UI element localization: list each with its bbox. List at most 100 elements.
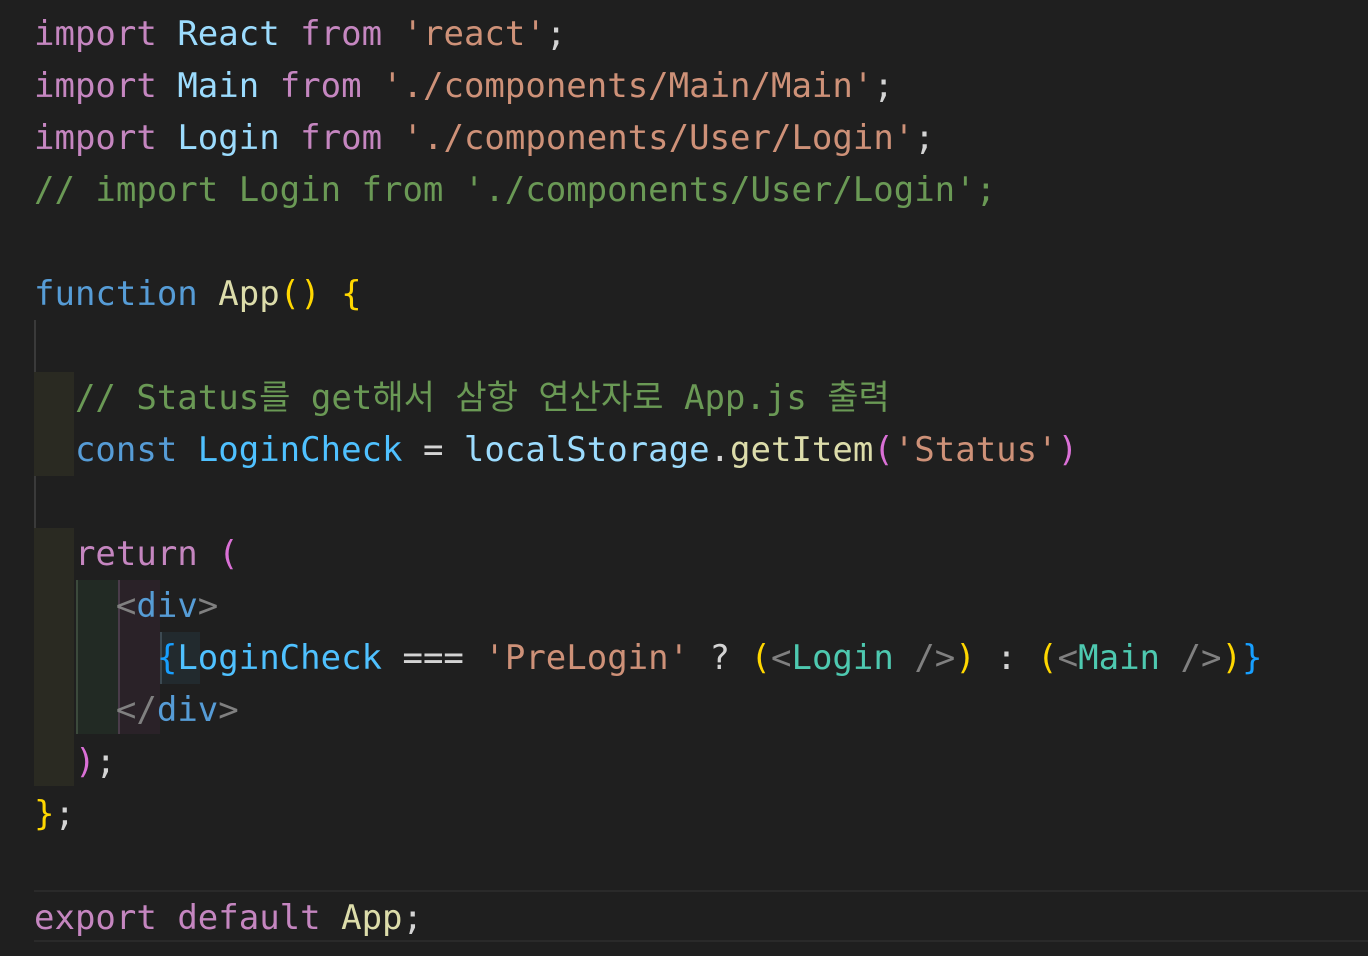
code-token: : bbox=[975, 638, 1038, 678]
code-token: App bbox=[218, 274, 280, 314]
code-token: } bbox=[1241, 638, 1263, 678]
code-token: div bbox=[156, 690, 219, 730]
code-line[interactable]: const LoginCheck = localStorage.getItem(… bbox=[34, 424, 1078, 476]
code-token: ; bbox=[95, 742, 116, 782]
code-token: import bbox=[34, 118, 157, 158]
code-line[interactable]: import Main from './components/Main/Main… bbox=[34, 60, 894, 112]
code-token: // Status를 get해서 삼항 연산자로 App.js 출력 bbox=[74, 378, 890, 418]
code-token: /> bbox=[914, 638, 956, 678]
code-token: > bbox=[197, 586, 219, 626]
code-token: < bbox=[770, 638, 792, 678]
code-line[interactable]: return ( bbox=[34, 528, 239, 580]
code-token: { bbox=[341, 274, 362, 314]
code-token: import bbox=[34, 14, 157, 54]
code-token: export bbox=[34, 898, 157, 938]
code-line[interactable]: {LoginCheck === 'PreLogin' ? (<Login />)… bbox=[34, 632, 1263, 684]
code-token: < bbox=[1057, 638, 1079, 678]
code-token: ? bbox=[689, 638, 751, 678]
code-line[interactable]: export default App; bbox=[34, 892, 423, 944]
code-token: === bbox=[382, 638, 485, 678]
code-token: Login bbox=[791, 638, 894, 678]
code-line[interactable]: function App() { bbox=[34, 268, 362, 320]
code-token: import bbox=[34, 66, 157, 106]
code-token: LoginCheck bbox=[177, 638, 383, 678]
code-token: 'Status' bbox=[893, 430, 1058, 470]
code-token: LoginCheck bbox=[197, 430, 403, 470]
code-editor[interactable]: import React from 'react'; import Main fr… bbox=[0, 0, 1368, 956]
code-token: /> bbox=[1180, 638, 1222, 678]
code-line[interactable]: // Status를 get해서 삼항 연산자로 App.js 출력 bbox=[34, 372, 890, 424]
code-token: Main bbox=[177, 66, 260, 106]
code-token: ( bbox=[750, 638, 771, 678]
code-token: // import Login from './components/User/… bbox=[34, 170, 997, 210]
code-token: () bbox=[279, 274, 321, 314]
code-token: Login bbox=[177, 118, 280, 158]
code-token: return bbox=[74, 534, 198, 574]
code-token: function bbox=[34, 274, 198, 314]
code-token: 'react' bbox=[402, 14, 546, 54]
code-token: localStorage bbox=[463, 430, 710, 470]
code-token: } bbox=[34, 794, 55, 834]
code-line[interactable]: ); bbox=[34, 736, 116, 788]
code-token: from bbox=[300, 14, 383, 54]
code-token: > bbox=[218, 690, 239, 730]
code-token: ; bbox=[873, 66, 894, 106]
code-token: default bbox=[177, 898, 321, 938]
code-token: ) bbox=[1057, 430, 1079, 470]
code-line[interactable]: // import Login from './components/User/… bbox=[34, 164, 996, 216]
code-token: from bbox=[300, 118, 383, 158]
code-line[interactable]: }; bbox=[34, 788, 75, 840]
code-token: './components/User/Login' bbox=[402, 118, 915, 158]
code-token: ( bbox=[1037, 638, 1058, 678]
code-line[interactable]: <div> bbox=[34, 580, 218, 632]
code-token: Main bbox=[1078, 638, 1161, 678]
code-line[interactable]: </div> bbox=[34, 684, 239, 736]
code-token: ; bbox=[402, 898, 423, 938]
code-token: ) bbox=[1221, 638, 1242, 678]
code-token: ( bbox=[873, 430, 894, 470]
code-token: ; bbox=[545, 14, 567, 54]
code-token: getItem bbox=[730, 430, 874, 470]
code-token: ( bbox=[218, 534, 239, 574]
code-token: const bbox=[74, 430, 178, 470]
code-token: React bbox=[177, 14, 280, 54]
code-line[interactable]: import React from 'react'; bbox=[34, 8, 566, 60]
code-token: from bbox=[279, 66, 362, 106]
code-token: 'PreLogin' bbox=[484, 638, 690, 678]
code-token: ) bbox=[955, 638, 976, 678]
code-token: ; bbox=[914, 118, 935, 158]
code-line[interactable]: import Login from './components/User/Log… bbox=[34, 112, 935, 164]
code-token: = bbox=[402, 430, 464, 470]
code-token: div bbox=[136, 586, 198, 626]
code-token: ) bbox=[74, 742, 96, 782]
code-token: </ bbox=[115, 690, 157, 730]
code-token: './components/Main/Main' bbox=[382, 66, 874, 106]
code-token: App bbox=[341, 898, 403, 938]
code-token: { bbox=[156, 638, 178, 678]
code-token: ; bbox=[54, 794, 75, 834]
